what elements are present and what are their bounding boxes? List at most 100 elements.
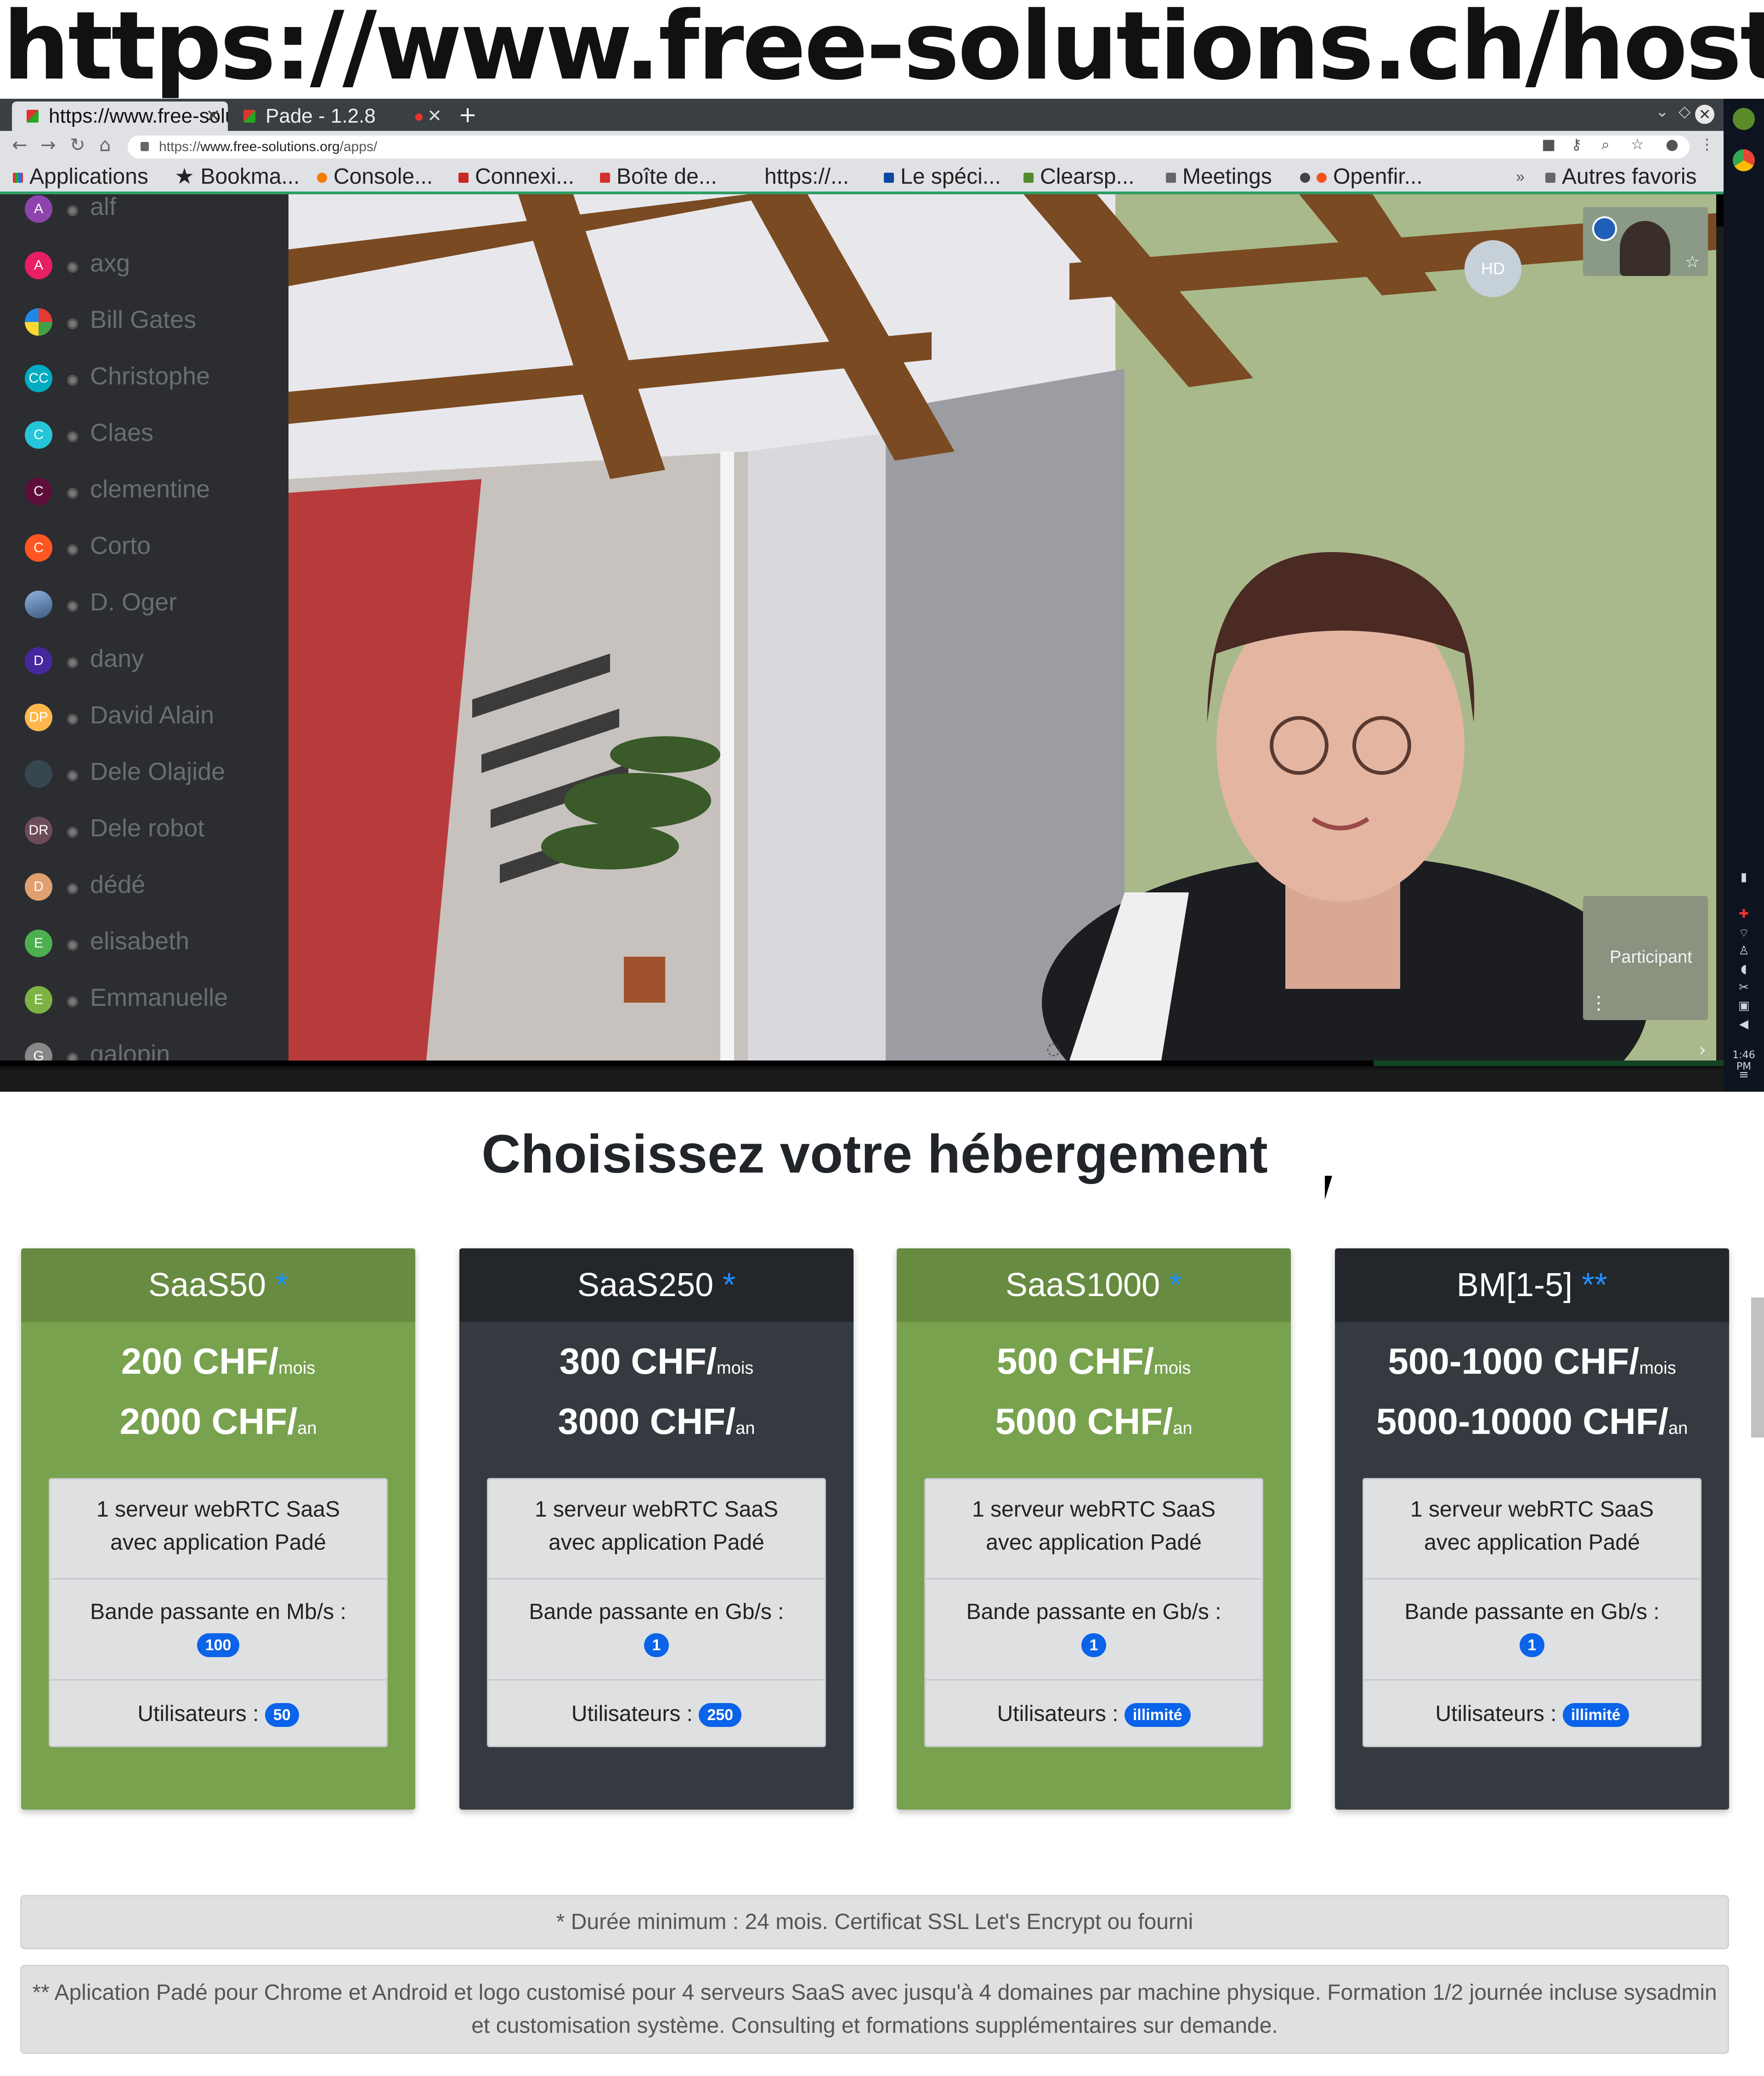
bandwidth-badge: 100 — [197, 1633, 240, 1658]
tab-free-solutions[interactable]: https://www.free-solutions.org/apps/ ✕ — [12, 102, 228, 131]
self-view-person — [1620, 221, 1670, 276]
bandwidth-feature: Bande passante en Gb/s :1 — [488, 1580, 825, 1681]
bookmark-https[interactable]: https://... — [764, 162, 849, 192]
firefox-icon — [317, 173, 327, 183]
zoom-icon[interactable]: ⌕ — [1601, 135, 1610, 153]
spinner-icon: ◌ — [1046, 1039, 1061, 1058]
video-scrollbar[interactable] — [1716, 194, 1724, 1061]
back-icon[interactable]: ← — [12, 135, 28, 156]
bookmark-autres-favoris[interactable]: Autres favoris — [1545, 162, 1696, 192]
bookmarks-overflow-icon[interactable]: » — [1516, 162, 1525, 192]
contact-item[interactable]: Bill Gates — [0, 294, 288, 350]
hd-label: HD — [1481, 259, 1505, 278]
chrome-icon[interactable] — [1733, 149, 1755, 171]
volume-icon[interactable]: ◖ — [1738, 962, 1749, 976]
address-bar[interactable]: https://www.free-solutions.org/apps/ — [128, 135, 1690, 158]
bandwidth-badge: 1 — [1081, 1633, 1107, 1658]
bookmark-meetings[interactable]: Meetings — [1166, 162, 1272, 192]
contact-item[interactable]: CC Christophe — [0, 351, 288, 406]
next-arrow-icon[interactable]: › — [1699, 1039, 1706, 1061]
menu-icon[interactable]: ⋮ — [1700, 135, 1714, 153]
contact-item[interactable]: Eelisabeth — [0, 916, 288, 971]
status-icon — [67, 714, 78, 725]
plan-card-saas250[interactable]: SaaS250 * 300 CHF/mois 3000 CHF/an 1 ser… — [459, 1248, 854, 1810]
tab-favicon-icon — [27, 110, 39, 123]
video-call-view[interactable]: HD ☆ Participant ⋮ › ◌ — [288, 194, 1722, 1061]
bookmark-boite[interactable]: Boîte de... — [600, 162, 717, 192]
lock-icon[interactable]: ▣ — [1738, 999, 1750, 1013]
star-icon[interactable]: ☆ — [1685, 253, 1700, 271]
users-badge: illimité — [1124, 1703, 1191, 1727]
self-view-thumbnail[interactable]: ☆ — [1583, 207, 1708, 276]
avatar — [25, 591, 52, 618]
server-feature: 1 serveur webRTC SaaS avec application P… — [50, 1479, 386, 1580]
contact-item[interactable]: DP David Alain — [0, 690, 288, 745]
swiss-flag-icon[interactable]: ✚ — [1738, 907, 1749, 921]
avatar: DP — [25, 704, 52, 731]
page-scrollbar-thumb[interactable] — [1751, 1298, 1764, 1438]
contact-item[interactable]: Cclementine — [0, 464, 288, 519]
status-icon — [67, 1053, 78, 1061]
back-icon[interactable]: ◀ — [1738, 1017, 1749, 1031]
star-icon[interactable]: ☆ — [1631, 135, 1644, 153]
contact-item[interactable]: DR Dele robot — [0, 803, 288, 858]
bookmark-openfire[interactable]: Openfir... — [1300, 162, 1423, 192]
participant-label: Participant — [1610, 948, 1692, 967]
new-tab-button[interactable]: + — [458, 99, 477, 131]
close-window-button[interactable]: ✕ — [1695, 105, 1714, 124]
key-icon[interactable]: ⚷ — [1571, 135, 1582, 153]
tab-favicon-icon — [243, 110, 255, 123]
contact-item[interactable]: Dele Olajide — [0, 746, 288, 801]
plan-card-saas50[interactable]: SaaS50 * 200 CHF/mois 2000 CHF/an 1 serv… — [21, 1248, 415, 1810]
scroll-thumb[interactable] — [1716, 194, 1724, 226]
camera-icon[interactable]: ■ — [1542, 135, 1555, 153]
bookmarks-bar: Applications ★ Bookma... Console... Conn… — [0, 162, 1724, 192]
contact-item[interactable]: Aalf — [0, 194, 288, 237]
plan-card-saas1000[interactable]: SaaS1000 * 500 CHF/mois 5000 CHF/an 1 se… — [897, 1248, 1291, 1810]
tab-pade[interactable]: Pade - 1.2.8 ✕ — [229, 102, 449, 131]
bookmark-console[interactable]: Console... — [317, 162, 433, 192]
plan-prices: 200 CHF/mois 2000 CHF/an — [21, 1322, 415, 1455]
minimize-icon[interactable]: ⌄ — [1656, 102, 1669, 121]
bookmark-bookmarks[interactable]: ★ Bookma... — [175, 162, 300, 192]
contact-item[interactable]: C Claes — [0, 407, 288, 463]
wifi-icon[interactable]: ⌔ — [1738, 925, 1749, 940]
plan-footnote-mark: ** — [1582, 1267, 1608, 1303]
avatar: C — [25, 421, 52, 449]
home-icon[interactable]: ⌂ — [99, 135, 111, 156]
reload-icon[interactable]: ↻ — [70, 135, 85, 156]
scissors-icon[interactable]: ✂ — [1738, 981, 1749, 994]
bookmark-le-speci[interactable]: Le spéci... — [884, 162, 1001, 192]
hd-badge[interactable]: HD — [1464, 240, 1521, 297]
maximize-icon[interactable]: ◇ — [1679, 102, 1690, 121]
bookmark-connexion[interactable]: Connexi... — [458, 162, 574, 192]
bookmark-applications[interactable]: Applications — [13, 162, 148, 192]
server-feature: 1 serveur webRTC SaaS avec application P… — [1364, 1479, 1700, 1580]
contact-item[interactable]: Ggalopin — [0, 1029, 288, 1061]
participant-tile[interactable]: Participant ⋮ — [1583, 896, 1708, 1020]
close-tab-icon[interactable]: ✕ — [206, 102, 220, 131]
contact-item[interactable]: Ddédé — [0, 859, 288, 914]
browser-screenshot: https://www.free-solutions.org/apps/ ✕ P… — [0, 99, 1764, 1092]
dots-menu-icon[interactable]: ⋮ — [1589, 993, 1608, 1014]
progress-remaining — [1374, 1061, 1724, 1066]
menu-icon[interactable]: ≡ — [1738, 1068, 1749, 1082]
gmail-icon — [600, 173, 610, 183]
plan-header: BM[1-5] ** — [1335, 1248, 1729, 1322]
plan-card-bm[interactable]: BM[1-5] ** 500-1000 CHF/mois 5000-10000 … — [1335, 1248, 1729, 1810]
contact-item[interactable]: C Corto — [0, 520, 288, 575]
launcher-icon[interactable] — [1733, 108, 1755, 130]
contact-item[interactable]: Aaxg — [0, 238, 288, 293]
close-tab-icon[interactable]: ✕ — [427, 102, 442, 131]
contact-item[interactable]: D. Oger — [0, 577, 288, 632]
video-progress-bar[interactable] — [0, 1061, 1724, 1069]
bookmark-clearspan[interactable]: Clearsp... — [1023, 162, 1134, 192]
contact-item[interactable]: E Emmanuelle — [0, 972, 288, 1027]
clipboard-icon[interactable]: ▮ — [1738, 870, 1749, 884]
profile-icon[interactable]: ● — [1666, 135, 1679, 153]
forward-icon[interactable]: → — [40, 135, 56, 156]
address-domain: www.free-solutions.org — [200, 139, 340, 154]
contact-item[interactable]: Ddany — [0, 633, 288, 688]
plan-name: SaaS250 — [577, 1267, 714, 1303]
user-icon[interactable]: ♙ — [1738, 944, 1749, 958]
